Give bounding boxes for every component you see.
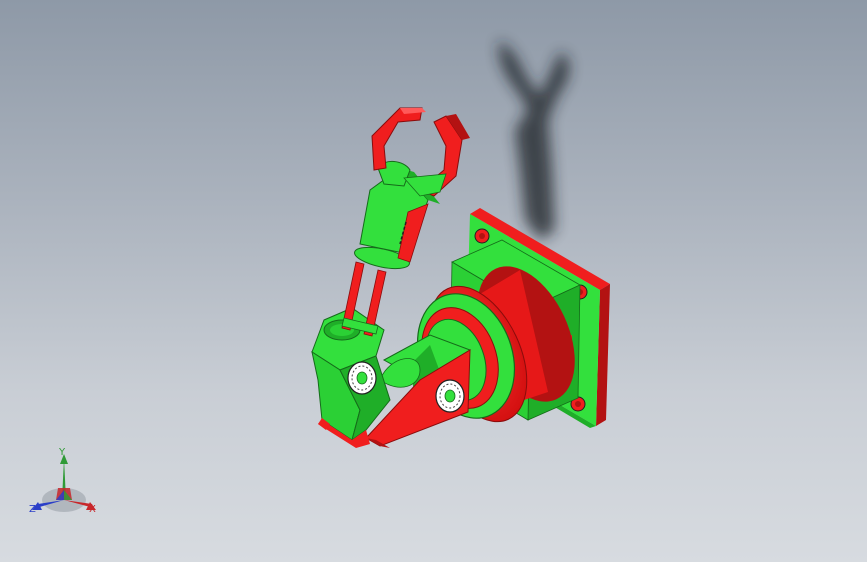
z-axis-label: Z (29, 504, 36, 515)
forearm-rods[interactable] (341, 261, 387, 337)
coordinate-triad[interactable]: Y Z X (22, 448, 106, 522)
bearing-icon (347, 361, 377, 395)
x-axis-label: X (89, 504, 96, 515)
y-axis-label: Y (59, 447, 66, 458)
bolt-icon (474, 228, 490, 244)
model-shadow (498, 40, 570, 240)
model-view[interactable] (0, 0, 867, 562)
bearing-icon (435, 379, 465, 413)
graphics-viewport[interactable]: Y Z X (0, 0, 867, 562)
